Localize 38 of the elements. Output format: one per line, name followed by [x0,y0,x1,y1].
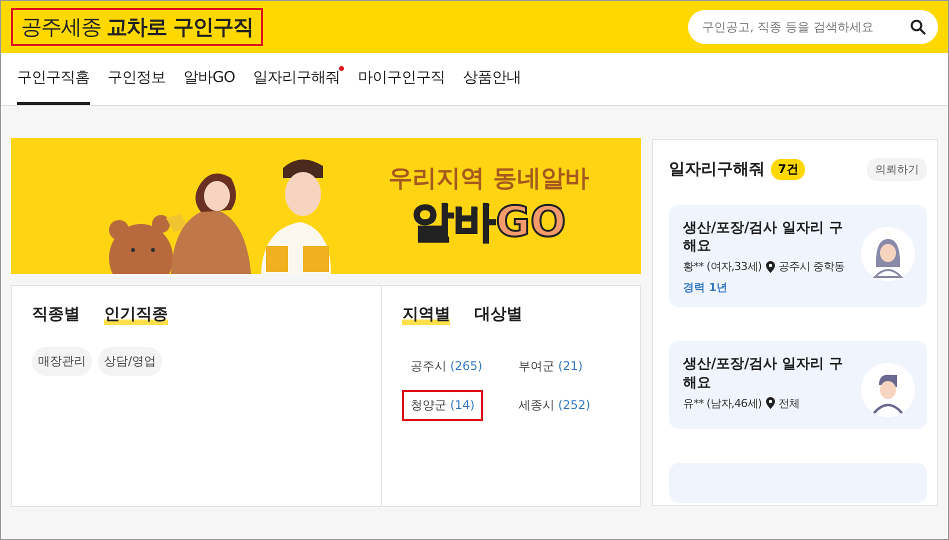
avatar-icon [861,227,915,281]
region-link[interactable]: 공주시 (265) [402,351,490,382]
region-link[interactable]: 부여군 (21) [510,351,591,382]
card-title: 생산/포장/검사 일자리 구해요 [683,355,844,392]
request-button[interactable]: 의뢰하기 [867,158,927,181]
search-field[interactable]: 구인공고, 직종 등을 검색하세요 [688,10,938,44]
job-request-card[interactable]: 생산/포장/검사 일자리 구해요 황** (여자,33세) 공주시 중학동 경력 1년 [669,205,927,308]
region-link[interactable]: 세종시 (252) [510,390,598,421]
location-pin-icon [766,260,775,273]
search-icon[interactable] [910,19,926,35]
nav-tab[interactable]: 상품안내 [462,53,521,105]
job-chip[interactable]: 매장관리 [32,347,92,376]
job-request-card[interactable]: 생산/포장/검사 일자리 구해요 유** (남자,46세) 전체 [669,341,927,430]
region-link[interactable]: 청양군 (14) [402,390,483,421]
category-tab[interactable]: 인기직종 [104,304,168,325]
category-tab[interactable]: 대상별 [474,304,522,325]
category-tab[interactable]: 직종별 [32,304,80,325]
location-text: 전체 [778,396,800,411]
location-text: 공주시 중학동 [778,259,845,274]
card-title: 생산/포장/검사 일자리 구해요 [683,219,844,256]
banner-subtitle: 우리지역 동네알바 [388,163,589,194]
nav-tab[interactable]: 일자리구해줘 [252,53,340,105]
category-tab[interactable]: 지역별 [402,304,450,325]
section-title: 일자리구해줘 [669,159,765,180]
banner-title: 알바GO [412,196,566,248]
nav-tab[interactable]: 구인정보 [108,53,166,105]
location-pin-icon [766,397,775,410]
job-chip[interactable]: 상담/영업 [98,347,162,376]
promo-banner[interactable]: 우리지역 동네알바 알바GO [11,138,641,274]
experience-text: 경력 1년 [683,280,728,296]
nav-tab[interactable]: 알바GO [184,53,235,105]
person-info: 유** (남자,46세) [683,396,762,411]
count-badge: 7건 [771,159,806,180]
nav-tab[interactable]: 마이구인구직 [358,53,445,105]
site-logo[interactable]: 공주세종 교차로 구인구직 [11,8,263,46]
nav-tab[interactable]: 구인구직홈 [17,53,90,105]
avatar-icon [861,363,915,418]
person-info: 황** (여자,33세) [683,259,762,274]
